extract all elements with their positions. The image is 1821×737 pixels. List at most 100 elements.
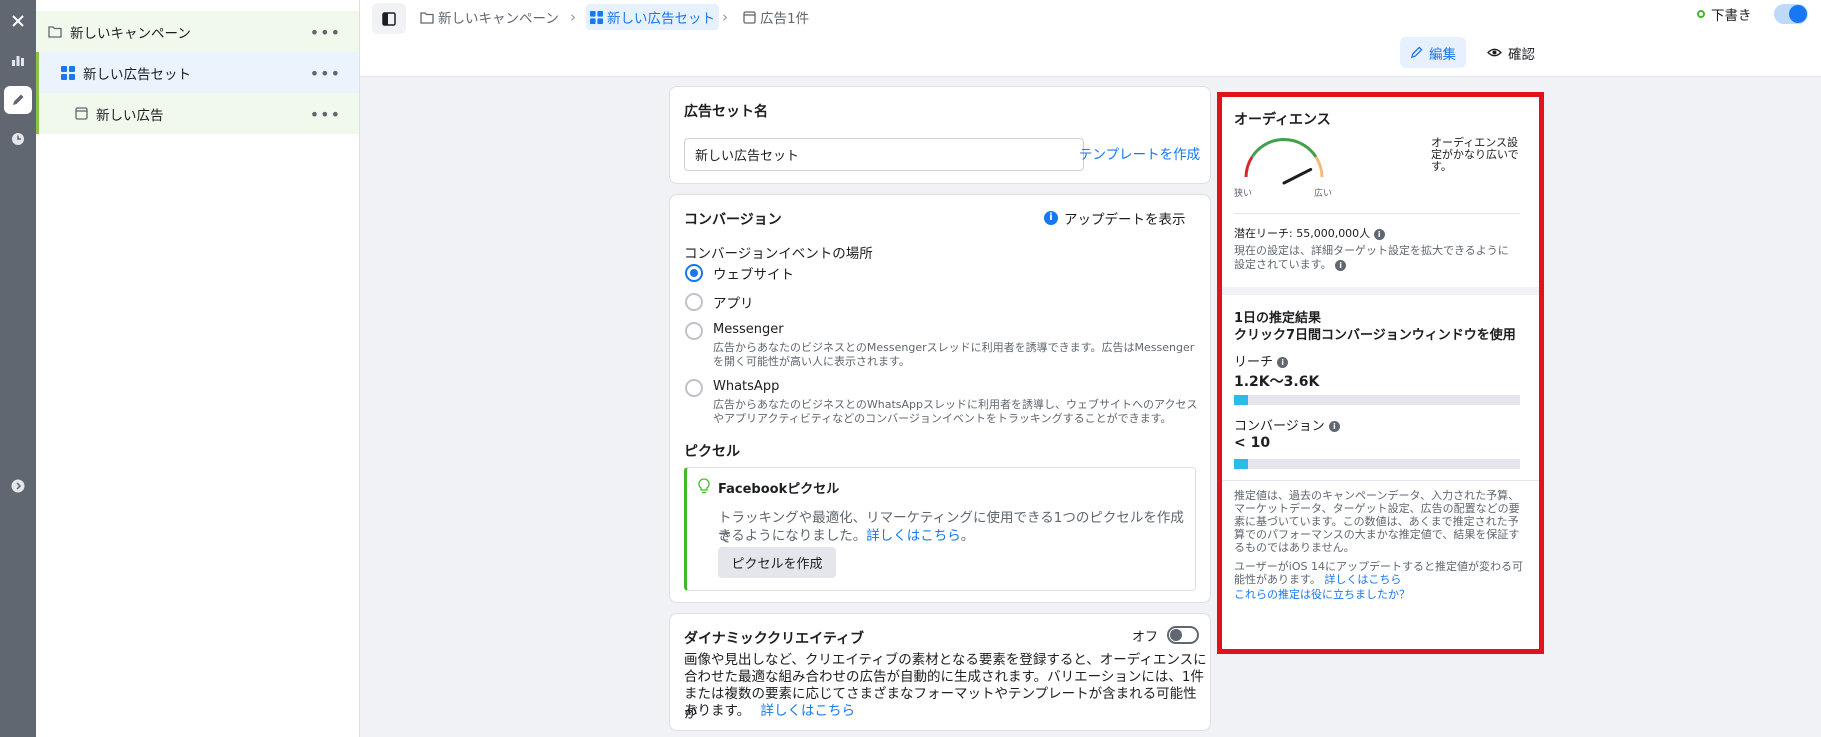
radio-website[interactable] — [685, 264, 703, 282]
reporting-button[interactable] — [4, 46, 32, 74]
expand-button[interactable] — [4, 472, 32, 500]
bar-chart-icon — [12, 56, 24, 66]
section-separator — [1222, 287, 1539, 295]
pixel-box-period: 。 — [960, 528, 975, 544]
more-icon[interactable]: ••• — [310, 23, 341, 42]
tree-item-adset[interactable]: 新しい広告セット ••• — [36, 52, 359, 93]
show-updates-link[interactable]: i アップデートを表示 — [1044, 208, 1186, 228]
tree-item-label: 新しい広告セット — [83, 66, 191, 83]
pixel-box-text-2: きるようになりました。 — [718, 528, 867, 544]
dynamic-creative-card: ダイナミッククリエイティブ オフ 画像や見出しなど、クリエイティブの素材となる要… — [669, 613, 1211, 731]
estimates-feedback-link[interactable]: これらの推定は役に立ちましたか？ — [1234, 588, 1410, 602]
audience-gauge — [1244, 138, 1324, 185]
radio-whatsapp[interactable] — [685, 379, 703, 397]
radio-app[interactable] — [685, 293, 703, 311]
pencil-icon — [1410, 46, 1423, 59]
edit-button[interactable] — [4, 86, 32, 114]
messenger-desc-2: を開く可能性が高い人に表示されます。 — [713, 355, 910, 368]
ios-learn-more-link[interactable]: 詳しくはこちら — [1324, 573, 1401, 586]
disclaimer-3: 素に基づいています。この数値は、あくまで推定された予 — [1234, 515, 1519, 528]
create-pixel-button[interactable]: ピクセルを作成 — [718, 547, 836, 578]
tree-item-label: 新しいキャンペーン — [70, 25, 191, 42]
radio-app-label: アプリ — [713, 296, 754, 312]
messenger-desc-1: 広告からあなたのビジネスとのMessengerスレッドに利用者を誘導できます。広… — [713, 341, 1195, 354]
create-template-link[interactable]: テンプレートを作成 — [1079, 143, 1200, 163]
tree-item-campaign[interactable]: 新しいキャンペーン ••• — [36, 11, 359, 52]
close-icon — [12, 15, 24, 27]
tab-review[interactable]: 確認 — [1477, 37, 1545, 68]
ios-text-row-2: 能性があります。 詳しくはこちら — [1234, 573, 1401, 587]
conversion-bar — [1234, 459, 1520, 469]
radio-messenger[interactable] — [685, 322, 703, 340]
dynamic-toggle-label: オフ — [1132, 630, 1159, 645]
breadcrumb-campaign[interactable]: 新しいキャンペーン — [420, 0, 559, 34]
pixel-learn-more-link[interactable]: 詳しくはこちら — [866, 528, 961, 544]
ad-icon — [75, 107, 88, 120]
audience-title: オーディエンス — [1234, 112, 1331, 128]
chevron-right-icon: › — [570, 8, 576, 26]
breadcrumb-label: 広告1件 — [760, 11, 810, 27]
dynamic-creative-toggle[interactable] — [1167, 626, 1199, 644]
tab-label: 確認 — [1508, 46, 1535, 63]
draft-status: 下書き — [1697, 4, 1752, 24]
tab-edit[interactable]: 編集 — [1400, 37, 1466, 68]
sidebar-icon — [382, 11, 396, 26]
radio-messenger-label: Messenger — [713, 322, 784, 337]
tree-item-label: 新しい広告 — [96, 107, 164, 124]
history-button[interactable] — [4, 125, 32, 153]
dynamic-desc-4: あります。 — [684, 703, 751, 719]
dynamic-desc-4-row: あります。 詳しくはこちら — [684, 699, 855, 719]
tab-label: 編集 — [1429, 46, 1456, 63]
info-icon[interactable]: i — [1328, 421, 1340, 432]
publish-toggle[interactable] — [1774, 4, 1808, 24]
reach-desc-2: 設定されています。 — [1234, 258, 1332, 271]
disclaimer-5: るものではありません。 — [1234, 541, 1355, 554]
conversion-card: コンバージョン i アップデートを表示 コンバージョンイベントの場所 ウェブサイ… — [669, 194, 1211, 603]
radio-website-label: ウェブサイト — [713, 267, 794, 283]
whatsapp-desc-2: やアプリアクティビティなどのコンバージョンイベントをトラッキングすることができま… — [713, 412, 1172, 425]
campaign-tree: 新しいキャンペーン ••• 新しい広告セット ••• 新しい広告 ••• — [36, 0, 360, 737]
conversion-label: コンバージョン — [1234, 419, 1325, 434]
divider — [1222, 480, 1539, 481]
more-icon[interactable]: ••• — [310, 64, 341, 83]
adset-name-title: 広告セット名 — [684, 104, 768, 120]
dynamic-creative-title: ダイナミッククリエイティブ — [684, 631, 865, 647]
status-dot-icon — [1697, 10, 1705, 18]
gauge-needle — [1282, 167, 1313, 185]
left-rail — [0, 0, 36, 737]
conversion-value: < 10 — [1234, 435, 1271, 451]
conversion-title: コンバージョン — [684, 212, 782, 228]
info-icon[interactable]: i — [1335, 259, 1347, 271]
show-updates-label: アップデートを表示 — [1064, 212, 1186, 228]
pixel-info-box: Facebookピクセル トラッキングや最適化、リマーケティングに使用できる1つ… — [684, 467, 1196, 591]
adset-name-card: 広告セット名 新しい広告セット テンプレートを作成 — [669, 86, 1211, 184]
reach-desc-1: 現在の設定は、詳細ターゲット設定を拡大できるように — [1234, 244, 1509, 257]
disclaimer-2: マーケットデータ、ターゲット設定、広告の配置などの要 — [1234, 502, 1520, 515]
ios-text-1: ユーザーがiOS 14にアップデートすると推定値が変わる可 — [1234, 560, 1523, 573]
toggle-knob — [1789, 5, 1807, 23]
estimates-subtitle: クリック7日間コンバージョンウィンドウを使用 — [1234, 328, 1516, 343]
daily-estimates-section: 1日の推定結果 クリック7日間コンバージョンウィンドウを使用 リーチ i 1.2… — [1222, 295, 1539, 649]
lightbulb-icon — [698, 478, 710, 494]
pixel-title: ピクセル — [684, 444, 740, 460]
pixel-box-heading: Facebookピクセル — [718, 482, 840, 497]
breadcrumb-adset[interactable]: 新しい広告セット — [586, 4, 719, 30]
gauge-text-3: す。 — [1431, 160, 1452, 173]
folder-icon — [420, 11, 434, 24]
folder-icon — [48, 26, 62, 38]
reach-value: 1.2K〜3.6K — [1234, 374, 1320, 390]
more-icon[interactable]: ••• — [310, 105, 341, 124]
info-icon: i — [1044, 211, 1058, 225]
close-button[interactable] — [4, 7, 32, 35]
reach-desc-row-2: 設定されています。 i — [1234, 258, 1347, 272]
info-icon[interactable]: i — [1277, 357, 1289, 368]
tree-item-ad[interactable]: 新しい広告 ••• — [36, 93, 359, 134]
breadcrumb-label: 新しい広告セット — [607, 11, 715, 27]
adset-name-input[interactable]: 新しい広告セット — [684, 138, 1084, 171]
panel-toggle-button[interactable] — [372, 3, 406, 34]
chevron-right-icon: › — [722, 8, 728, 26]
breadcrumb-ad[interactable]: 広告1件 — [743, 0, 809, 34]
info-icon[interactable]: i — [1373, 228, 1385, 240]
top-bar: 新しいキャンペーン › 新しい広告セット › 広告1件 下書き 編集 確認 — [360, 0, 1821, 77]
dynamic-learn-more-link[interactable]: 詳しくはこちら — [760, 703, 855, 719]
